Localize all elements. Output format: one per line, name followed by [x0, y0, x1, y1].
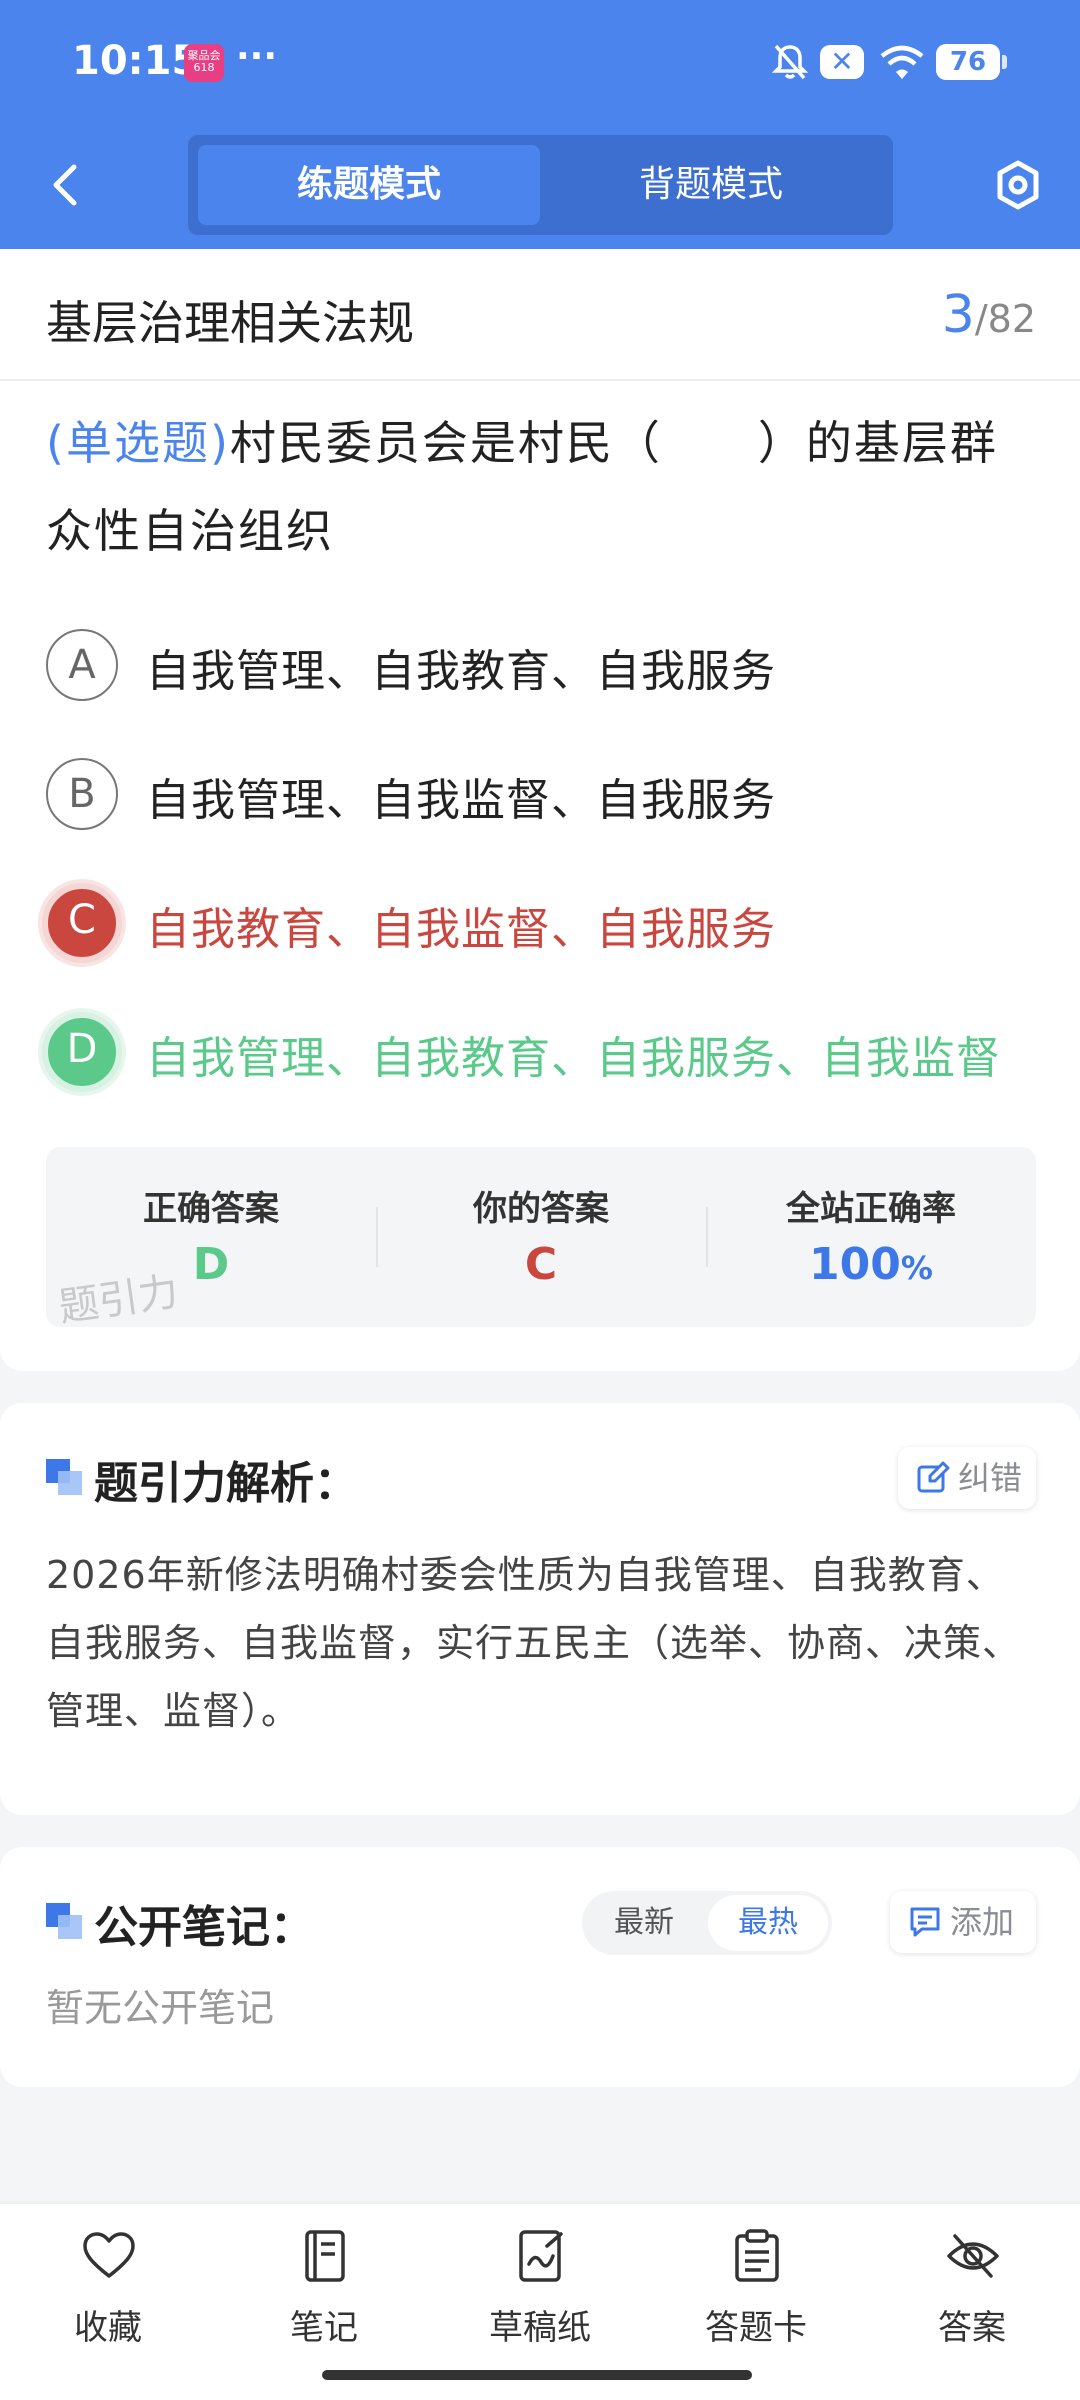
- wifi-icon: [880, 45, 924, 79]
- add-note-button[interactable]: 添加: [890, 1891, 1036, 1953]
- option-letter: A: [46, 629, 118, 701]
- notebook-icon: [305, 2230, 345, 2282]
- accuracy-column: 全站正确率 100%: [706, 1147, 1036, 1327]
- report-error-button[interactable]: 纠错: [898, 1447, 1036, 1509]
- battery-icon: 76: [936, 44, 1007, 80]
- accuracy-value: 100%: [706, 1239, 1036, 1290]
- option-letter: D: [42, 1012, 122, 1092]
- option-d[interactable]: D 自我管理、自我教育、自我服务、自我监督: [42, 1012, 1046, 1096]
- total-question-count: 82: [987, 297, 1036, 341]
- answer-result-panel: 正确答案 D 你的答案 C 全站正确率 100% 题引力: [46, 1147, 1036, 1331]
- accuracy-label: 全站正确率: [786, 1189, 956, 1229]
- report-error-label: 纠错: [958, 1459, 1023, 1497]
- status-time: 10:15: [72, 38, 200, 84]
- favorite-button[interactable]: 收藏: [38, 2228, 178, 2358]
- option-text: 自我教育、自我监督、自我服务: [146, 904, 776, 955]
- notes-label: 笔记: [290, 2308, 358, 2348]
- status-bar: 10:15 聚品会 618 ··· ✕ 76: [0, 0, 1080, 125]
- analysis-title: 题引力解析：: [94, 1458, 358, 1509]
- show-answer-label: 答案: [938, 2308, 1006, 2348]
- option-letter: B: [46, 758, 118, 830]
- your-answer-label: 你的答案: [473, 1189, 609, 1229]
- more-notifications-icon: ···: [236, 36, 278, 77]
- home-indicator[interactable]: [322, 2370, 752, 2380]
- option-a[interactable]: A 自我管理、自我教育、自我服务: [46, 629, 1046, 709]
- answer-card-label: 答题卡: [705, 2308, 807, 2348]
- section-squares-icon: [46, 1459, 82, 1495]
- eye-off-icon: [947, 2234, 999, 2278]
- accuracy-number: 100: [809, 1239, 901, 1290]
- edit-icon: [917, 1461, 950, 1493]
- notes-title: 公开笔记：: [94, 1902, 314, 1953]
- top-header: 10:15 聚品会 618 ··· ✕ 76 练题模式 背题模式: [0, 0, 1080, 249]
- tab-memorize-mode[interactable]: 背题模式: [540, 145, 882, 225]
- close-badge-icon: ✕: [820, 45, 864, 79]
- sort-hot-option[interactable]: 最热: [708, 1895, 828, 1951]
- progress-separator: /: [974, 297, 988, 341]
- accuracy-unit: %: [900, 1249, 933, 1287]
- subject-title: 基层治理相关法规: [46, 296, 414, 350]
- divider: [0, 379, 1080, 381]
- heart-icon: [83, 2232, 135, 2278]
- scratch-paper-label: 草稿纸: [489, 2308, 591, 2348]
- your-answer-value: C: [524, 1239, 558, 1290]
- scratch-paper-icon: [519, 2230, 563, 2282]
- favorite-label: 收藏: [74, 2308, 142, 2348]
- sort-latest-option[interactable]: 最新: [584, 1891, 704, 1955]
- mode-switch: 练题模式 背题模式: [188, 135, 893, 235]
- analysis-text: 2026年新修法明确村委会性质为自我管理、自我教育、自我服务、自我监督，实行五民…: [46, 1553, 1022, 1733]
- add-note-label: 添加: [950, 1903, 1015, 1941]
- answer-card-button[interactable]: 答题卡: [686, 2228, 826, 2358]
- question-card: 基层治理相关法规 3/82 (单选题)村民委员会是村民（ ）的基层群众性自治组织…: [0, 249, 1080, 1371]
- back-button[interactable]: [40, 155, 90, 215]
- notes-sort-toggle: 最新 最热: [582, 1891, 832, 1955]
- app-notification-icon: 聚品会 618: [184, 44, 224, 82]
- section-squares-icon: [46, 1903, 82, 1939]
- notes-button[interactable]: 笔记: [254, 2228, 394, 2358]
- option-b[interactable]: B 自我管理、自我监督、自我服务: [46, 758, 1046, 838]
- question-text: (单选题)村民委员会是村民（ ）的基层群众性自治组织: [46, 399, 1036, 575]
- analysis-card: 题引力解析： 纠错 2026年新修法明确村委会性质为自我管理、自我教育、自我服务…: [0, 1403, 1080, 1815]
- option-text: 自我管理、自我监督、自我服务: [146, 775, 776, 826]
- option-letter: C: [42, 883, 122, 963]
- settings-hexagon-icon[interactable]: [990, 155, 1046, 215]
- empty-notes-text: 暂无公开笔记: [46, 1986, 275, 2030]
- bell-muted-icon: [771, 44, 809, 80]
- tab-practice-mode[interactable]: 练题模式: [198, 145, 540, 225]
- option-text: 自我管理、自我教育、自我服务: [146, 646, 776, 697]
- your-answer-column: 你的答案 C: [376, 1147, 706, 1327]
- show-answer-button[interactable]: 答案: [902, 2228, 1042, 2358]
- current-question-number: 3: [941, 285, 975, 345]
- option-text: 自我管理、自我教育、自我服务、自我监督: [146, 1033, 1001, 1084]
- scratch-paper-button[interactable]: 草稿纸: [470, 2228, 610, 2358]
- option-c[interactable]: C 自我教育、自我监督、自我服务: [42, 883, 1046, 967]
- comment-icon: [910, 1907, 940, 1937]
- correct-answer-label: 正确答案: [143, 1189, 279, 1229]
- question-progress: 3/82: [942, 285, 1036, 345]
- public-notes-card: 公开笔记： 最新 最热 添加 暂无公开笔记: [0, 1847, 1080, 2087]
- clipboard-icon: [735, 2229, 779, 2282]
- question-type: (单选题): [46, 416, 230, 470]
